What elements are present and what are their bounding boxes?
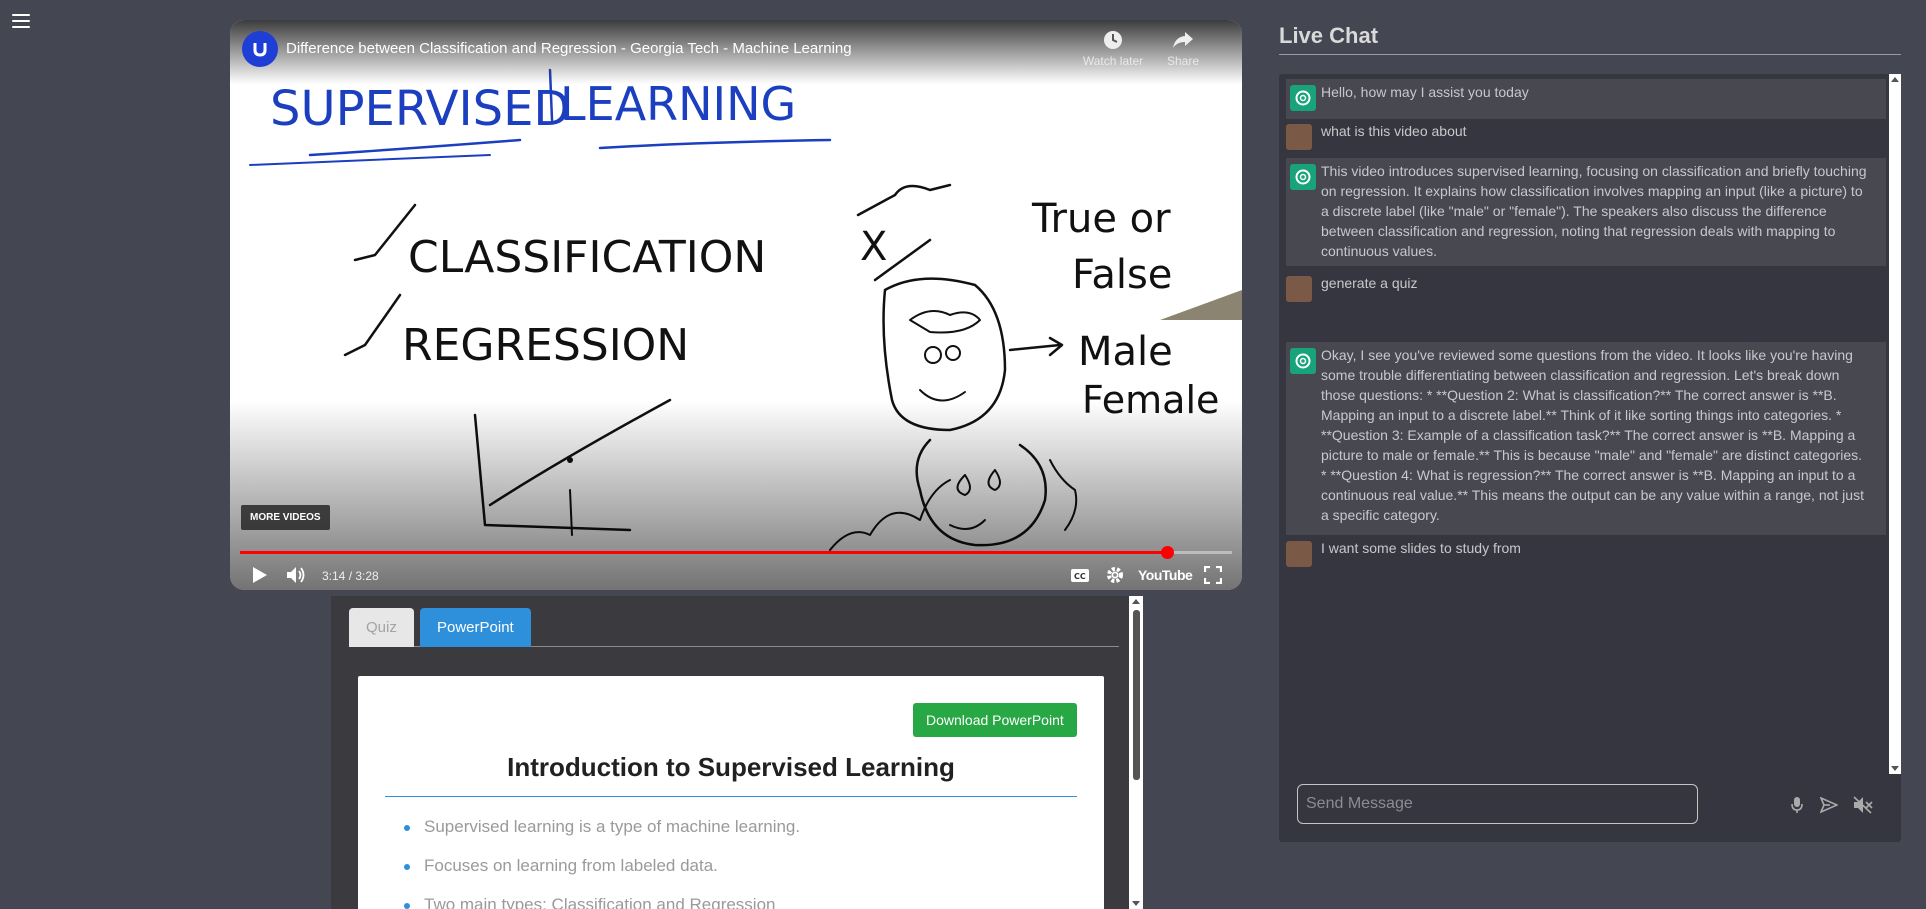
slide-divider: [385, 796, 1077, 797]
tab-quiz[interactable]: Quiz: [349, 608, 414, 647]
svg-text:True or: True or: [1031, 196, 1171, 242]
youtube-logo[interactable]: YouTube: [1138, 567, 1193, 583]
share-label: Share: [1166, 54, 1200, 68]
chat-message-text: I want some slides to study from: [1321, 540, 1521, 556]
chat-message-user: what is this video about: [1286, 120, 1886, 156]
chat-message-user: generate a quiz: [1286, 272, 1886, 308]
speaker-muted-icon[interactable]: [1853, 796, 1873, 814]
tab-powerpoint[interactable]: PowerPoint: [420, 608, 531, 647]
slide-preview: Download PowerPoint Introduction to Supe…: [358, 676, 1104, 909]
chat-heading-underline: [1279, 54, 1901, 55]
chat-panel: Hello, how may I assist you today what i…: [1279, 74, 1901, 842]
svg-text:SUPERVISED: SUPERVISED: [270, 81, 570, 137]
slide-bullets: Supervised learning is a type of machine…: [404, 816, 800, 909]
chat-message-user: I want some slides to study from: [1286, 537, 1886, 573]
slide-bullet: Two main types: Classification and Regre…: [404, 894, 800, 909]
svg-text:False: False: [1072, 252, 1172, 298]
chat-message-text: what is this video about: [1321, 123, 1467, 139]
svg-text:CC: CC: [1074, 572, 1086, 581]
scroll-up-arrow-icon[interactable]: [1132, 599, 1140, 604]
share-arrow-icon: [1173, 32, 1193, 48]
panel-scrollbar[interactable]: [1129, 596, 1143, 909]
chat-message-text: Hello, how may I assist you today: [1321, 84, 1529, 100]
menu-hamburger-icon[interactable]: [12, 14, 30, 28]
svg-text:LEARNING: LEARNING: [560, 77, 796, 131]
user-avatar: [1286, 541, 1312, 567]
download-powerpoint-button[interactable]: Download PowerPoint: [913, 703, 1077, 737]
channel-logo-icon[interactable]: [242, 31, 278, 67]
svg-text:X: X: [860, 224, 887, 270]
scroll-down-arrow-icon[interactable]: [1891, 766, 1899, 771]
video-title[interactable]: Difference between Classification and Re…: [286, 40, 852, 57]
send-icon[interactable]: [1820, 796, 1838, 814]
more-videos-button[interactable]: MORE VIDEOS: [241, 505, 330, 530]
video-player[interactable]: SUPERVISED LEARNING CLASSIFICATION REGRE…: [230, 20, 1242, 590]
openai-logo-icon: [1290, 348, 1316, 374]
cc-icon[interactable]: CC: [1070, 568, 1090, 583]
volume-icon[interactable]: [286, 566, 308, 584]
watch-later-button[interactable]: Watch later: [1078, 30, 1148, 68]
svg-text:Male: Male: [1078, 329, 1173, 375]
tab-bar: Quiz PowerPoint: [349, 608, 1119, 647]
chat-message-bot: This video introduces supervised learnin…: [1286, 158, 1886, 266]
clock-icon: [1104, 31, 1122, 49]
chat-scrollbar[interactable]: [1889, 74, 1901, 774]
scroll-up-arrow-icon[interactable]: [1891, 77, 1899, 82]
scrollbar-thumb[interactable]: [1133, 610, 1140, 780]
chat-heading: Live Chat: [1279, 23, 1379, 48]
progress-bar[interactable]: [240, 546, 1232, 559]
user-avatar: [1286, 276, 1312, 302]
chat-message-text: This video introduces supervised learnin…: [1321, 163, 1867, 259]
microphone-icon[interactable]: [1790, 796, 1804, 814]
watch-later-label: Watch later: [1082, 54, 1144, 68]
svg-text:REGRESSION: REGRESSION: [402, 320, 689, 371]
chat-message-text: Okay, I see you've reviewed some questio…: [1321, 347, 1864, 523]
openai-logo-icon: [1290, 164, 1316, 190]
slide-title: Introduction to Supervised Learning: [507, 752, 955, 782]
svg-text:CLASSIFICATION: CLASSIFICATION: [408, 232, 766, 283]
share-button[interactable]: Share: [1148, 30, 1218, 68]
content-panel: Quiz PowerPoint Download PowerPoint Intr…: [331, 596, 1143, 909]
gear-icon[interactable]: [1106, 566, 1124, 584]
chat-message-bot: Hello, how may I assist you today: [1286, 79, 1886, 119]
progress-fill: [240, 551, 1167, 554]
scroll-down-arrow-icon[interactable]: [1132, 901, 1140, 906]
openai-logo-icon: [1290, 85, 1316, 111]
player-controls: 3:14 / 3:28 CC YouTube: [230, 560, 1242, 590]
fullscreen-icon[interactable]: [1204, 566, 1222, 584]
chat-message-bot: Okay, I see you've reviewed some questio…: [1286, 342, 1886, 535]
user-avatar: [1286, 124, 1312, 150]
play-icon[interactable]: [252, 566, 268, 584]
slide-bullet: Supervised learning is a type of machine…: [404, 816, 800, 855]
slide-bullet: Focuses on learning from labeled data.: [404, 855, 800, 894]
chat-message-text: generate a quiz: [1321, 275, 1418, 291]
progress-scrubber[interactable]: [1160, 546, 1174, 559]
time-readout: 3:14 / 3:28: [322, 569, 379, 583]
send-message-input[interactable]: [1297, 784, 1698, 824]
